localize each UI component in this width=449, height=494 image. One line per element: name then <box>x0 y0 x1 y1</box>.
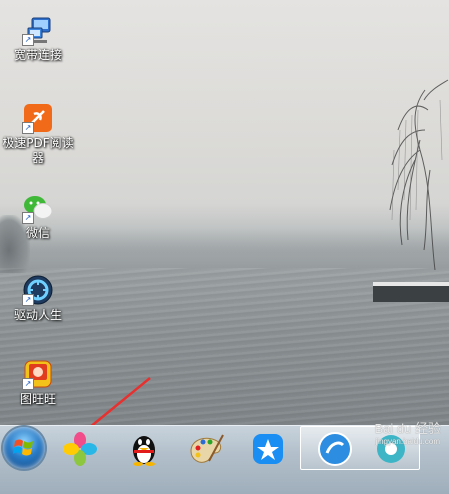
desktop-icon-driver-life[interactable]: ↗ 驱动人生 <box>0 274 76 323</box>
watermark: Bai du 经验 jingyan.baidu.com <box>375 418 441 446</box>
desktop-icon-wechat[interactable]: ↗ 微信 <box>0 192 76 241</box>
desktop-icon-label: 宽带连接 <box>13 48 62 62</box>
taskbar-dingtalk[interactable] <box>240 429 296 469</box>
start-button[interactable] <box>3 427 45 469</box>
watermark-subtext: jingyan.baidu.com <box>375 437 440 446</box>
wallpaper-pier <box>373 286 449 302</box>
watermark-text: Bai du 经验 <box>374 421 441 436</box>
desktop-icon-label: 极速PDF阅读器 <box>2 136 74 165</box>
qq-penguin-icon <box>133 436 155 466</box>
desktop-icon-pdf-reader[interactable]: ↗ 极速PDF阅读器 <box>0 102 76 166</box>
desktop-icon-label: 驱动人生 <box>13 308 62 322</box>
desktop-icon-broadband[interactable]: ↗ 宽带连接 <box>0 14 76 63</box>
taskbar-qq[interactable] <box>116 429 172 469</box>
taskbar-paint[interactable] <box>178 429 234 469</box>
driver-manager-icon: ↗ <box>22 274 54 306</box>
desktop-icon-tuwangwang[interactable]: ↗ 图旺旺 <box>0 358 76 407</box>
pdf-reader-icon: ↗ <box>22 102 54 134</box>
windows-logo-icon <box>13 439 33 456</box>
network-connection-icon: ↗ <box>22 14 54 46</box>
paint-palette-icon <box>190 434 224 463</box>
image-viewer-icon: ↗ <box>22 358 54 390</box>
pinwheel-icon <box>63 432 97 466</box>
wallpaper-willow-tree <box>389 79 449 270</box>
desktop-icon-label: 微信 <box>25 226 50 240</box>
round-app-icon <box>318 432 352 466</box>
desktop-icon-label: 图旺旺 <box>19 392 56 406</box>
wechat-icon: ↗ <box>22 192 54 224</box>
blue-star-icon <box>253 434 283 464</box>
taskbar-pinwheel-app[interactable] <box>52 429 108 469</box>
